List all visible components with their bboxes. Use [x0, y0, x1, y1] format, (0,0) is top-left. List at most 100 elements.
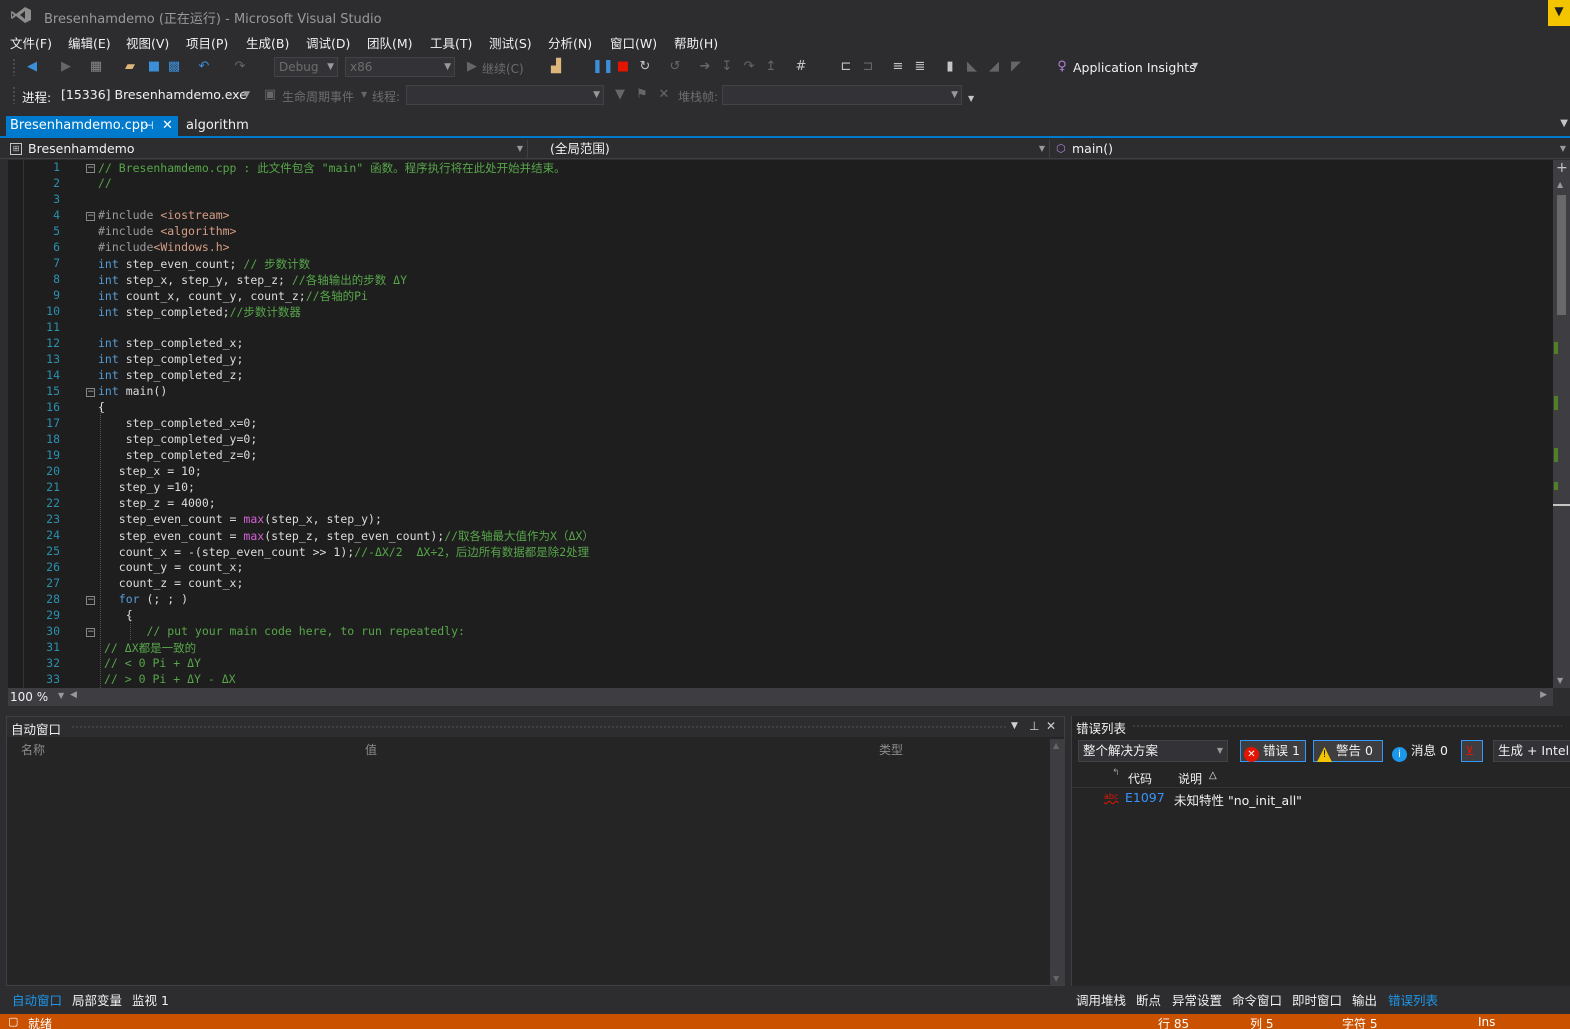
menu-file[interactable]: 文件(F): [10, 33, 52, 52]
editor-vertical-scrollbar[interactable]: + ▲ ▼: [1553, 160, 1570, 688]
close-icon[interactable]: ✕: [162, 116, 173, 136]
scroll-down-icon[interactable]: ▼: [1053, 974, 1059, 983]
new-project-icon[interactable]: ▦: [88, 59, 104, 75]
panel-grip[interactable]: [1132, 724, 1562, 728]
step-out-icon[interactable]: ↥: [763, 59, 779, 75]
menu-debug[interactable]: 调试(D): [306, 33, 350, 52]
menu-view[interactable]: 视图(V): [126, 33, 169, 52]
warnings-filter-button[interactable]: ! 警告 0: [1313, 740, 1383, 762]
restart-icon[interactable]: ↻: [637, 59, 653, 75]
platform-select[interactable]: x86 ▼: [345, 57, 455, 77]
error-row[interactable]: abc E1097 未知特性 "no_init_all": [1072, 788, 1570, 808]
split-stack-icon[interactable]: ✕: [656, 87, 672, 103]
tab-error-list[interactable]: 错误列表: [1388, 990, 1438, 1009]
scroll-left-icon[interactable]: ◀: [70, 690, 77, 700]
continue-icon[interactable]: ▶: [464, 59, 480, 75]
member-select[interactable]: ⬡ main() ▼: [1052, 140, 1570, 158]
thread-icon[interactable]: ⊏: [838, 59, 854, 75]
tab-breakpoints[interactable]: 断点: [1136, 990, 1161, 1009]
menu-project[interactable]: 项目(P): [186, 33, 228, 52]
error-code-link[interactable]: E1097: [1125, 790, 1165, 805]
stop-debugging-icon[interactable]: ■: [615, 59, 631, 75]
column-header-code[interactable]: 代码: [1128, 770, 1152, 787]
menu-analyze[interactable]: 分析(N): [548, 33, 592, 52]
panel-grip[interactable]: [71, 725, 1006, 729]
tab-output[interactable]: 输出: [1352, 990, 1377, 1009]
sort-ascending-icon[interactable]: △: [1209, 770, 1217, 781]
column-header-type[interactable]: 类型: [879, 741, 903, 758]
stack-frame-select[interactable]: ▼: [722, 85, 962, 105]
tab-algorithm[interactable]: algorithm: [186, 118, 249, 133]
close-icon[interactable]: ✕: [1046, 719, 1056, 733]
undo-icon[interactable]: ↶: [196, 59, 212, 75]
scroll-up-icon[interactable]: ▲: [1053, 741, 1059, 750]
stack-icon[interactable]: ⊐: [860, 59, 876, 75]
tab-call-stack[interactable]: 调用堆栈: [1076, 990, 1126, 1009]
fold-toggle-icon[interactable]: −: [86, 596, 95, 605]
toolbar-grip[interactable]: [12, 58, 16, 76]
scroll-thumb[interactable]: [1557, 195, 1566, 315]
thread-select[interactable]: ▼: [406, 85, 604, 105]
error-scope-select[interactable]: 整个解决方案 ▼: [1078, 740, 1228, 762]
lifecycle-events-button[interactable]: 生命周期事件: [282, 88, 354, 105]
save-icon[interactable]: ■: [146, 59, 162, 75]
tab-bresenhamdemo-cpp[interactable]: Bresenhamdemo.cpp ⊣ ✕: [6, 116, 178, 138]
tab-autos[interactable]: 自动窗口: [12, 990, 62, 1009]
continue-label[interactable]: 继续(C): [482, 60, 524, 77]
outdent-icon[interactable]: ≣: [912, 59, 928, 75]
scroll-right-icon[interactable]: ▶: [1540, 690, 1547, 700]
lifecycle-events-icon[interactable]: ▣: [262, 87, 278, 103]
editor-horizontal-scrollbar[interactable]: 100 % ▼ ◀ ▶: [8, 688, 1553, 706]
open-file-icon[interactable]: ▰: [122, 59, 138, 75]
column-header-description[interactable]: 说明: [1178, 770, 1202, 787]
application-insights-button[interactable]: Application Insights: [1073, 60, 1196, 75]
scope-select[interactable]: (全局范围) ▼: [530, 140, 1050, 158]
menu-test[interactable]: 测试(S): [489, 33, 532, 52]
fold-toggle-icon[interactable]: −: [86, 628, 95, 637]
save-all-icon[interactable]: ▩: [166, 59, 182, 75]
attach-process-icon[interactable]: ▟: [548, 59, 564, 75]
column-header-name[interactable]: 名称: [21, 741, 45, 758]
step-into-icon[interactable]: ↧: [719, 59, 735, 75]
pin-icon[interactable]: ⊥: [1029, 719, 1039, 733]
tab-watch-1[interactable]: 监视 1: [132, 990, 169, 1009]
clear-bookmarks-icon[interactable]: ◤: [1008, 59, 1024, 75]
next-bookmark-icon[interactable]: ◢: [986, 59, 1002, 75]
menu-team[interactable]: 团队(M): [367, 33, 413, 52]
pin-icon[interactable]: ⊣: [144, 116, 154, 136]
tab-command-window[interactable]: 命令窗口: [1232, 990, 1282, 1009]
zoom-level[interactable]: 100 %: [10, 690, 48, 704]
menu-tools[interactable]: 工具(T): [430, 33, 472, 52]
panel-splitter[interactable]: [0, 706, 1570, 716]
filter-icon[interactable]: ▼: [612, 87, 628, 103]
split-editor-icon[interactable]: +: [1556, 160, 1568, 176]
show-next-statement-icon[interactable]: ➔: [697, 59, 713, 75]
filter-toggle-button[interactable]: ⊻: [1461, 740, 1483, 762]
break-all-icon[interactable]: ❚❚: [592, 59, 614, 75]
lightbulb-icon[interactable]: ♀: [1054, 59, 1070, 75]
errors-filter-button[interactable]: ✕ 错误 1: [1240, 740, 1306, 762]
fold-toggle-icon[interactable]: −: [86, 164, 95, 173]
indent-icon[interactable]: ≡: [890, 59, 906, 75]
redo-icon[interactable]: ↷: [232, 59, 248, 75]
messages-filter-button[interactable]: i 消息 0: [1388, 740, 1450, 762]
bookmark-icon[interactable]: ▮: [942, 59, 958, 75]
suppression-column-icon[interactable]: ↰: [1112, 768, 1120, 778]
tab-locals[interactable]: 局部变量: [72, 990, 122, 1009]
process-select[interactable]: [15336] Bresenhamdemo.exe ▼: [56, 85, 254, 105]
tab-exception-settings[interactable]: 异常设置: [1172, 990, 1222, 1009]
scroll-up-icon[interactable]: ▲: [1557, 180, 1563, 189]
configuration-select[interactable]: Debug ▼: [274, 57, 338, 77]
menu-help[interactable]: 帮助(H): [674, 33, 718, 52]
menu-window[interactable]: 窗口(W): [610, 33, 657, 52]
toolbar-overflow-icon[interactable]: ▼: [968, 94, 974, 103]
tab-immediate-window[interactable]: 即时窗口: [1292, 990, 1342, 1009]
autos-scrollbar[interactable]: ▲ ▼: [1050, 739, 1065, 985]
flag-thread-icon[interactable]: ⚑: [634, 87, 650, 103]
fold-toggle-icon[interactable]: −: [86, 212, 95, 221]
breakpoint-margin[interactable]: [8, 160, 24, 688]
window-position-icon[interactable]: ▼: [1011, 721, 1018, 731]
build-source-select[interactable]: 生成 + Intelli: [1493, 740, 1570, 762]
hex-display-icon[interactable]: #: [793, 59, 809, 75]
menu-build[interactable]: 生成(B): [246, 33, 289, 52]
